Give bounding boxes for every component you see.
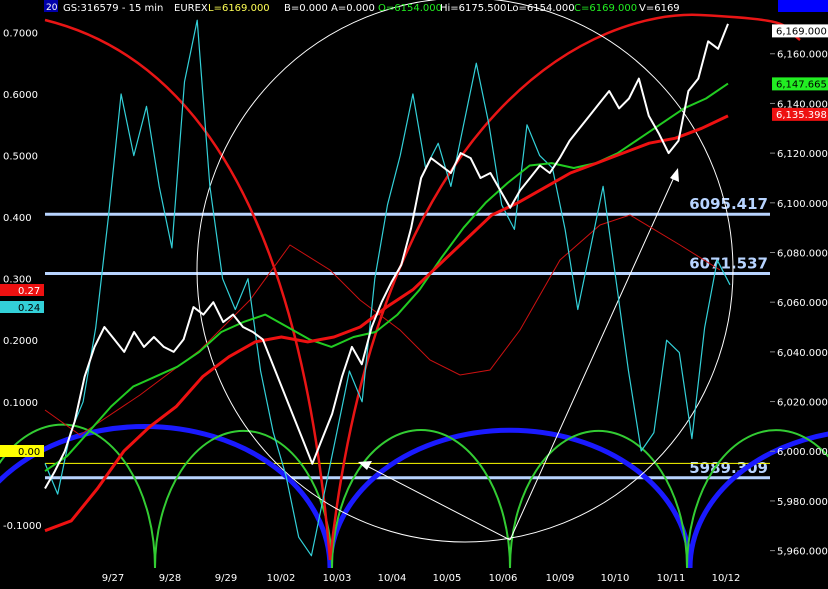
- chart-area[interactable]: 6095.417 6071.537 5989.309 0.7000 0.6000 0.5…: [0, 0, 828, 585]
- x-axis-tick-label: 9/27: [102, 573, 124, 584]
- left-axis-tick-label: 0.1000: [3, 398, 38, 409]
- right-axis-tick-label: 5,960.000: [777, 547, 828, 558]
- level-label: 6071.537: [689, 255, 768, 273]
- right-axis-tick-label: 6,160.000: [777, 50, 828, 61]
- symbol-badge-label: 20: [46, 3, 58, 13]
- x-axis-tick-label: 10/03: [323, 573, 352, 584]
- x-axis-tick-label: 10/04: [378, 573, 407, 584]
- exchange-label: EUREX: [174, 3, 208, 14]
- symbol-title: GS:316579 - 15 min: [63, 3, 163, 14]
- x-axis-tick-label: 10/10: [601, 573, 630, 584]
- x-axis-tick-label: 9/29: [215, 573, 237, 584]
- left-axis-tick-label: 0.6000: [3, 90, 38, 101]
- left-axis-tick-label: 0.5000: [3, 152, 38, 163]
- level-label: 6095.417: [689, 195, 768, 213]
- left-axis-tick-label: 0.7000: [3, 28, 38, 39]
- x-axis-tick-label: 10/12: [712, 573, 741, 584]
- x-axis-tick-label: 10/02: [267, 573, 296, 584]
- ask-label: A=0.000: [331, 3, 375, 14]
- left-axis-tick-label: 0.2000: [3, 336, 38, 347]
- indicator-label: 0.24: [18, 303, 40, 314]
- indicator-label: 0.00: [18, 447, 40, 458]
- price-label: 6,147.665: [776, 79, 827, 90]
- x-axis-tick-label: 10/09: [546, 573, 575, 584]
- x-axis-tick-label: 10/05: [433, 573, 462, 584]
- low-label: Lo=6154.000: [507, 3, 575, 14]
- right-axis-tick-label: 6,100.000: [777, 199, 828, 210]
- indicator-label: 0.27: [18, 286, 40, 297]
- chart-svg[interactable]: 6095.4176071.5375989.309 0.70000.60000.5…: [0, 0, 828, 585]
- x-axis-tick-label: 10/11: [657, 573, 686, 584]
- right-axis-tick-label: 6,080.000: [777, 248, 828, 259]
- price-label: 6,135.398: [776, 110, 827, 121]
- left-axis-tick-label: -0.1000: [3, 521, 42, 532]
- right-axis-tick-label: 6,040.000: [777, 348, 828, 359]
- left-axis-tick-label: 0.400: [3, 213, 32, 224]
- x-axis-tick-label: 9/28: [159, 573, 181, 584]
- last-price-label: L=6169.000: [208, 3, 270, 14]
- chart-background: [0, 0, 828, 585]
- x-axis-tick-label: 10/06: [489, 573, 518, 584]
- right-axis-tick-label: 6,000.000: [777, 447, 828, 458]
- close-label: C=6169.000: [574, 3, 637, 14]
- volume-label: V=6169: [639, 3, 680, 14]
- high-label: Hi=6175.500: [440, 3, 506, 14]
- price-label: 6,169.000: [776, 26, 827, 37]
- open-label: O=6154.000: [378, 3, 442, 14]
- right-axis-tick-label: 6,020.000: [777, 398, 828, 409]
- right-axis-tick-label: 6,120.000: [777, 149, 828, 160]
- right-axis-tick-label: 6,060.000: [777, 298, 828, 309]
- bid-label: B=0.000: [284, 3, 328, 14]
- header-corner-block: [778, 0, 828, 12]
- right-axis-tick-label: 5,980.000: [777, 497, 828, 508]
